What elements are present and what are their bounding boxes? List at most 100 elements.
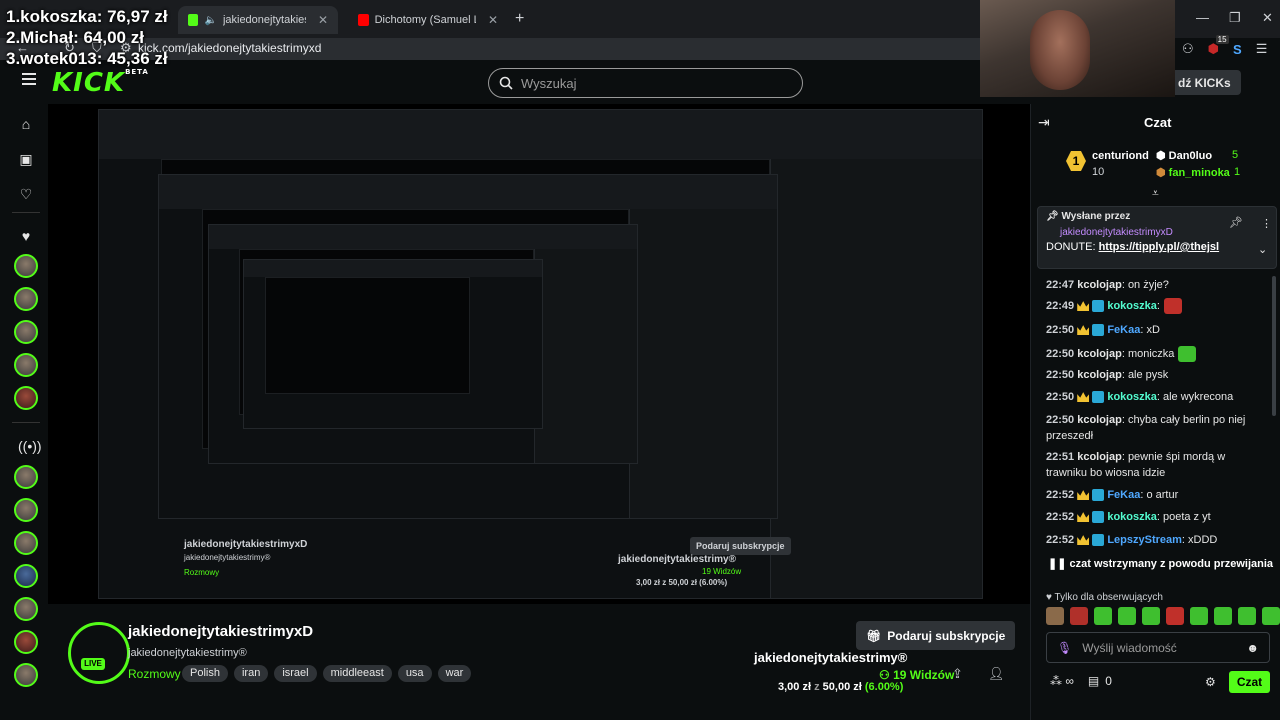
pinned-link[interactable]: https://tipply.pl/@thejsl	[1099, 241, 1220, 253]
recommended-channel-avatar[interactable]	[14, 564, 38, 588]
channel-avatar[interactable]	[68, 622, 130, 684]
tag-chip[interactable]: israel	[274, 665, 317, 682]
collapse-chat-icon[interactable]: ⇥	[1038, 114, 1050, 131]
expand-leaderboard-icon[interactable]: ⩡	[1152, 186, 1159, 201]
follow-user-icon[interactable]: 👤︎	[988, 666, 1005, 682]
minimize-icon[interactable]: —	[1196, 10, 1209, 25]
message-username[interactable]: kcolojap	[1077, 369, 1122, 381]
tag-chip[interactable]: war	[437, 665, 472, 682]
ext-badge: 15	[1215, 35, 1229, 44]
tab-youtube[interactable]: Dichotomy (Samuel L Session M ✕	[348, 6, 508, 34]
followed-channel-avatar[interactable]	[14, 386, 38, 410]
message-username[interactable]: kokoszka	[1107, 300, 1157, 312]
emote-icon[interactable]	[1070, 607, 1088, 625]
emote-icon[interactable]	[1046, 607, 1064, 625]
tag-chip[interactable]: Polish	[182, 665, 228, 682]
channel-points-icon[interactable]: ⁂ ∞	[1050, 674, 1074, 688]
recommended-channel-avatar[interactable]	[14, 597, 38, 621]
search-placeholder: Wyszukaj	[521, 75, 577, 91]
hamburger-menu-icon[interactable]	[22, 73, 36, 85]
message-username[interactable]: kcolojap	[1077, 348, 1122, 360]
send-chat-button[interactable]: Czat	[1229, 671, 1270, 693]
gamepad-icon[interactable]: ⚇	[1182, 41, 1194, 57]
message-time: 22:49	[1046, 300, 1075, 312]
emote-icon[interactable]	[1118, 607, 1136, 625]
following-heart-icon[interactable]: ♡	[18, 186, 34, 202]
tag-chip[interactable]: middleeast	[322, 665, 392, 682]
close-tab-icon[interactable]: ✕	[488, 13, 498, 27]
more-options-icon[interactable]: ⋮	[1261, 217, 1272, 230]
emote-icon	[1178, 346, 1197, 363]
chat-footer: ⁂ ∞ ▤ 0	[1050, 674, 1112, 688]
share-icon[interactable]: ⇪	[952, 666, 963, 682]
get-kicks-button[interactable]: dź KICKs	[1168, 70, 1241, 95]
followed-channel-avatar[interactable]	[14, 254, 38, 278]
emote-icon[interactable]	[1190, 607, 1208, 625]
gift-box-icon[interactable]: ▤	[1088, 674, 1099, 688]
top-gifter-name[interactable]: centuriond	[1092, 150, 1149, 162]
gift-subscription-button[interactable]: 🎁︎ Podaruj subskrypcje	[856, 621, 1016, 650]
unpin-icon[interactable]: 📌︎	[1229, 216, 1243, 229]
paused-text: czat wstrzymany z powodu przewijania	[1069, 558, 1274, 570]
subscriber-badge-icon	[1092, 300, 1105, 313]
new-tab-icon[interactable]: +	[515, 10, 524, 28]
message-username[interactable]: kcolojap	[1077, 414, 1122, 426]
home-icon[interactable]: ⌂	[18, 116, 34, 132]
recommended-channel-avatar[interactable]	[14, 498, 38, 522]
s-extension-icon[interactable]: S	[1233, 42, 1242, 57]
speaker-icon: 🔈	[204, 14, 217, 26]
emote-icon[interactable]	[1238, 607, 1256, 625]
chat-settings-gear-icon[interactable]: ⚙	[1205, 675, 1216, 689]
emote-icon[interactable]	[1214, 607, 1232, 625]
crown-badge-icon	[1077, 490, 1090, 501]
close-tab-icon[interactable]: ✕	[318, 13, 328, 27]
followed-channel-avatar[interactable]	[14, 320, 38, 344]
emote-icon[interactable]	[1262, 607, 1280, 625]
message-username[interactable]: FeKaa	[1107, 324, 1140, 336]
search-input[interactable]: Wyszukaj	[488, 68, 803, 98]
recommended-channel-avatar[interactable]	[14, 663, 38, 687]
message-username[interactable]: kcolojap	[1077, 279, 1122, 291]
channel-name[interactable]: jakiedonejtytakiestrimyxD	[128, 623, 313, 640]
microphone-icon[interactable]: 🎙︎	[1057, 641, 1072, 655]
tag-chip[interactable]: usa	[397, 665, 432, 682]
emoji-picker-icon[interactable]: ☻	[1246, 641, 1259, 655]
third-gifter-name[interactable]: ⬢ fan_minoka	[1156, 166, 1230, 179]
chat-message: 22:52 LepszyStream: xDDD	[1046, 532, 1266, 548]
emote-icon[interactable]	[1094, 607, 1112, 625]
message-username[interactable]: kcolojap	[1077, 451, 1122, 463]
second-gifter-name[interactable]: ⬢ Dan0luo	[1156, 149, 1212, 162]
message-username[interactable]: kokoszka	[1107, 391, 1157, 403]
message-username[interactable]: FeKaa	[1107, 489, 1140, 501]
message-username[interactable]: LepszyStream	[1107, 534, 1182, 546]
tab-kick[interactable]: 🔈 jakiedonejtytakiestrimyxD ✕	[178, 6, 338, 34]
close-window-icon[interactable]: ✕	[1262, 10, 1273, 26]
emote-icon[interactable]	[1166, 607, 1184, 625]
tag-chip[interactable]: iran	[233, 665, 269, 682]
chevron-down-icon[interactable]: ⌄	[1258, 243, 1267, 256]
chat-message-input[interactable]: 🎙︎ Wyślij wiadomość ☻	[1046, 632, 1270, 663]
message-username[interactable]: kokoszka	[1107, 511, 1157, 523]
nested-goal: 3,00 zł z 50,00 zł (6.00%)	[636, 578, 728, 587]
ublock-icon[interactable]: ⬢ 15	[1208, 35, 1229, 57]
heart-icon: ♥	[1046, 592, 1055, 603]
subscriber-badge-icon	[1092, 534, 1105, 547]
stream-video-player[interactable]: jakiedonejtytakiestrimyxD jakiedonejtyta…	[48, 104, 1030, 604]
kick-logo[interactable]: KICKBETA	[52, 68, 149, 98]
category-link[interactable]: Rozmowy	[128, 667, 181, 681]
recommended-channel-avatar[interactable]	[14, 465, 38, 489]
browse-icon[interactable]: ▣	[18, 151, 34, 167]
chat-scrollbar[interactable]	[1272, 276, 1276, 416]
followed-channel-avatar[interactable]	[14, 287, 38, 311]
followed-channel-avatar[interactable]	[14, 353, 38, 377]
emote-icon[interactable]	[1142, 607, 1160, 625]
recommended-channel-avatar[interactable]	[14, 630, 38, 654]
chat-message: 22:50 kokoszka: ale wykrecona	[1046, 389, 1266, 405]
pinned-user[interactable]: jakiedonejtytakiestrimyxD	[1060, 227, 1173, 238]
recommended-channel-avatar[interactable]	[14, 531, 38, 555]
message-text: : moniczka	[1121, 348, 1175, 360]
chat-paused-banner[interactable]: ❚❚ czat wstrzymany z powodu przewijania	[1040, 553, 1276, 575]
chat-message: 22:50 kcolojap: chyba cały berlin po nie…	[1046, 412, 1266, 444]
maximize-icon[interactable]: ❐	[1229, 10, 1241, 26]
menu-icon[interactable]: ☰	[1256, 41, 1268, 57]
